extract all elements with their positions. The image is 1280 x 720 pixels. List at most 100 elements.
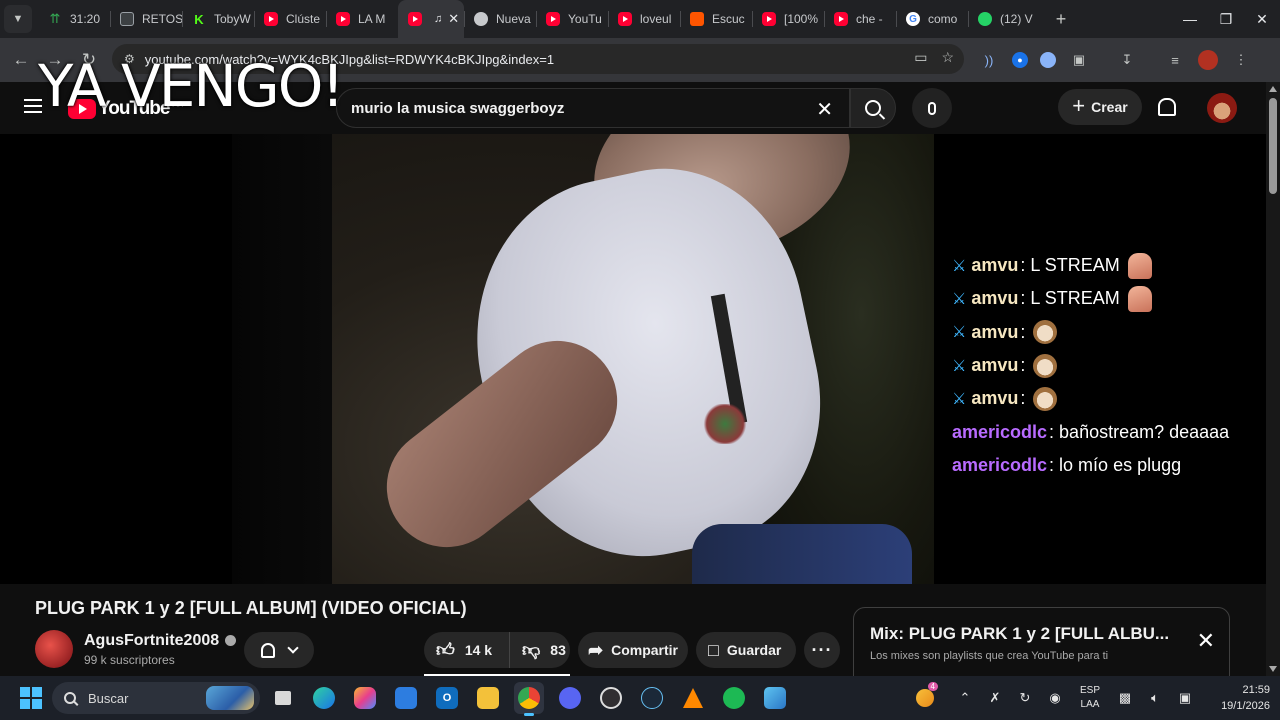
browser-tab[interactable]: ♫ ✕ [398, 0, 464, 38]
browser-tab[interactable]: [100% [752, 0, 824, 38]
mix-title[interactable]: Mix: PLUG PARK 1 y 2 [FULL ALBU... [870, 624, 1170, 644]
chevron-down-icon [287, 642, 299, 654]
obs-icon[interactable] [596, 682, 626, 714]
browser-tab[interactable]: Nueva [464, 0, 536, 38]
browser-tab[interactable]: che - [824, 0, 896, 38]
channel-name-text[interactable]: AgusFortnite2008 [84, 632, 219, 649]
close-mix-icon[interactable]: ✕ [1197, 628, 1215, 654]
extensions-puzzle-icon[interactable]: ▣ [1068, 50, 1090, 70]
video-frame[interactable] [332, 134, 934, 584]
weather-widget-icon[interactable]: 4 [910, 676, 940, 720]
discord-icon[interactable] [555, 682, 585, 714]
install-app-icon[interactable]: ▭ [914, 49, 927, 66]
cast-icon[interactable]: )) [978, 50, 1000, 70]
taskbar-search-icon [64, 692, 76, 704]
chat-text: : [1020, 388, 1026, 409]
scroll-up-arrow-icon[interactable] [1269, 86, 1277, 92]
download-icon[interactable]: ↧ [1116, 50, 1138, 70]
clear-search-icon[interactable]: ✕ [816, 97, 833, 122]
media-queue-icon[interactable]: ≡ [1164, 50, 1186, 70]
show-hidden-icons-chevron[interactable]: ⌃ [950, 676, 980, 720]
tray-mic-icon[interactable]: ◉ [1040, 676, 1070, 720]
maximize-icon[interactable]: ❐ [1208, 0, 1244, 38]
battery-icon[interactable]: ▣ [1170, 676, 1200, 720]
network-icon[interactable]: ▩ [1110, 676, 1140, 720]
tab-search-menu-button[interactable]: ▼ [4, 5, 32, 33]
system-tray: 4 ⌃ ✗ ↻ ◉ ESP LAA ▩ 🔈︎ ▣ 21:59 19/1/2026 [910, 676, 1280, 720]
search-icon [865, 100, 881, 116]
voice-search-button[interactable] [912, 88, 952, 128]
channel-avatar[interactable] [35, 630, 73, 668]
share-button[interactable]: ➦ Compartir [578, 632, 688, 668]
microsoft-store-icon[interactable] [391, 682, 421, 714]
profile-avatar-icon[interactable] [1198, 50, 1218, 70]
browser-tab[interactable]: Gcomo [896, 0, 968, 38]
photos-icon[interactable] [760, 682, 790, 714]
edge-icon[interactable] [309, 682, 339, 714]
browser-tab[interactable]: Escuc [680, 0, 752, 38]
bookmark-star-icon[interactable]: ☆ [941, 49, 954, 66]
back-icon[interactable]: ← [4, 43, 38, 77]
windows-start-icon[interactable] [20, 687, 42, 709]
mix-playlist-panel[interactable]: Mix: PLUG PARK 1 y 2 [FULL ALBU... Los m… [853, 607, 1230, 677]
close-window-icon[interactable]: ✕ [1244, 0, 1280, 38]
chat-message: ⚔ amvu: L STREAM [952, 249, 1252, 282]
like-button[interactable]: 👍︎ 14 k [424, 632, 510, 668]
dislike-button[interactable]: 👎︎ 83 [510, 632, 566, 668]
vlc-icon[interactable] [678, 682, 708, 714]
browser-tab[interactable]: ⇈ 31:20 [38, 0, 110, 38]
scroll-down-arrow-icon[interactable] [1269, 666, 1277, 672]
new-tab-button[interactable]: + [1046, 9, 1076, 30]
notifications-bell-icon[interactable] [1158, 98, 1176, 116]
browser-menu-icon[interactable]: ⋮ [1230, 50, 1252, 70]
search-input[interactable]: murio la musica swaggerboyz ✕ [336, 88, 850, 128]
search-query[interactable]: murio la musica swaggerboyz [351, 100, 564, 117]
file-explorer-icon[interactable] [473, 682, 503, 714]
volume-icon[interactable]: 🔈︎ [1140, 676, 1170, 720]
browser-tab[interactable]: (12) V [968, 0, 1040, 38]
taskbar-clock[interactable]: 21:59 19/1/2026 [1200, 682, 1280, 714]
extension-lens-icon[interactable] [1040, 52, 1056, 68]
outlook-icon[interactable]: O [432, 682, 462, 714]
tab-close-icon[interactable]: ✕ [448, 11, 459, 27]
share-arrow-icon: ➦ [588, 639, 604, 660]
save-label: Guardar [726, 642, 782, 658]
tab-label: Nueva [496, 12, 531, 26]
browser-tab[interactable]: K TobyW [182, 0, 254, 38]
tab-label: Clúste [286, 12, 321, 26]
tab-label: LA M [358, 12, 386, 26]
subscription-notification-button[interactable] [244, 632, 314, 668]
tab-audio-icon[interactable]: ♫ [434, 13, 442, 25]
create-label: Crear [1091, 99, 1128, 115]
overlay-caption: YA VENGO! [38, 52, 345, 120]
language-code: ESP [1079, 685, 1100, 696]
browser-tab[interactable]: LA M [326, 0, 398, 38]
page-scrollbar[interactable] [1266, 82, 1280, 676]
browser-tab[interactable]: Clúste [254, 0, 326, 38]
browser-tab[interactable]: loveul [608, 0, 680, 38]
minimize-icon[interactable]: — [1172, 0, 1208, 38]
browser-tab[interactable]: YouTu [536, 0, 608, 38]
taskbar-search-box[interactable]: Buscar [52, 682, 260, 714]
task-view-icon[interactable] [268, 682, 298, 714]
youtube-icon [264, 12, 278, 26]
search-button[interactable] [850, 88, 896, 128]
more-actions-button[interactable]: ··· [804, 632, 840, 668]
hand-emote-icon [1127, 252, 1152, 279]
youtube-icon [336, 12, 350, 26]
browser-tab[interactable]: RETOS [110, 0, 182, 38]
channel-name[interactable]: AgusFortnite2008 [84, 632, 237, 650]
scroll-thumb[interactable] [1269, 98, 1277, 194]
copilot-icon[interactable] [350, 682, 380, 714]
user-avatar[interactable] [1207, 93, 1237, 123]
create-button[interactable]: + Crear [1058, 89, 1142, 125]
chat-username: amvu [971, 321, 1019, 342]
language-indicator[interactable]: ESP LAA [1070, 684, 1110, 712]
chrome-taskbar-icon[interactable] [514, 682, 544, 716]
spotify-icon[interactable] [719, 682, 749, 714]
save-button[interactable]: □ Guardar [696, 632, 796, 668]
sync-icon[interactable]: ↻ [1010, 676, 1040, 720]
steam-icon[interactable] [637, 682, 667, 714]
extension-blue-icon[interactable]: ● [1012, 52, 1028, 68]
tray-app-icon[interactable]: ✗ [980, 676, 1010, 720]
